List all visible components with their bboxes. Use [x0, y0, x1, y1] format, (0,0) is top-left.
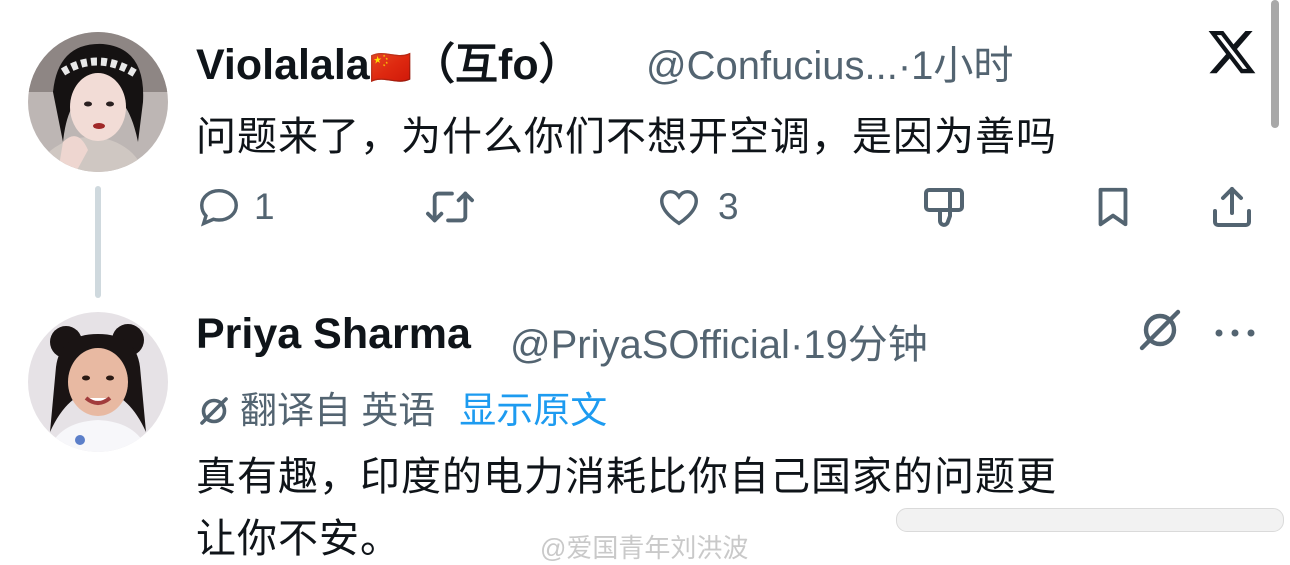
- more-icon[interactable]: [1213, 326, 1257, 344]
- reply-icon: [196, 184, 242, 230]
- retweet-button[interactable]: [424, 184, 476, 230]
- author-meta: @PriyaSOfficial·19分钟: [510, 312, 928, 370]
- bookmark-button[interactable]: [1090, 182, 1136, 232]
- author-name[interactable]: Priya Sharma: [196, 310, 471, 359]
- dislike-icon: [918, 184, 970, 232]
- handle[interactable]: @PriyaSOfficial: [510, 323, 790, 367]
- separator: ·: [789, 323, 804, 367]
- reply-count: 1: [254, 186, 275, 227]
- avatar[interactable]: [28, 32, 168, 172]
- tweet-text: 问题来了，为什么你们不想开空调，是因为善吗: [196, 115, 1057, 159]
- grok-icon[interactable]: [1136, 306, 1184, 359]
- share-button[interactable]: [1208, 182, 1256, 232]
- handle[interactable]: @Confucius...: [646, 44, 898, 88]
- tweet-text-line-2: 让你不安。: [196, 517, 401, 561]
- name-suffix: （互fo）: [412, 41, 582, 89]
- like-button[interactable]: 3: [654, 184, 739, 230]
- tweet-text-line-1: 真有趣，印度的电力消耗比你自己国家的问题更: [196, 455, 1057, 499]
- flag-emoji: 🇨🇳: [369, 49, 413, 87]
- x-logo-icon[interactable]: [1206, 26, 1258, 83]
- like-count: 3: [718, 186, 739, 227]
- thread-line: [95, 186, 101, 298]
- like-icon: [654, 184, 704, 230]
- vertical-scrollbar[interactable]: [1271, 0, 1279, 128]
- translated-label: 翻译自 英语: [240, 390, 436, 431]
- retweet-icon: [424, 184, 476, 230]
- horizontal-scrollbar[interactable]: [896, 508, 1284, 532]
- author-name[interactable]: Violalala🇨🇳（互fo）: [196, 30, 582, 92]
- avatar[interactable]: [28, 312, 168, 452]
- watermark: @爱国青年刘洪波: [540, 533, 749, 563]
- separator: ·: [897, 44, 912, 88]
- bookmark-icon: [1090, 182, 1136, 232]
- display-name[interactable]: Violalala: [196, 41, 370, 89]
- author-meta: @Confucius...·1小时: [646, 33, 1013, 91]
- show-original-link[interactable]: 显示原文: [459, 390, 607, 431]
- dislike-button[interactable]: [918, 184, 970, 232]
- reply-button[interactable]: 1: [196, 184, 275, 230]
- share-icon: [1208, 182, 1256, 232]
- translation-note: 翻译自 英语 显示原文: [196, 380, 607, 438]
- translate-icon: [196, 393, 232, 438]
- timestamp[interactable]: 19分钟: [803, 323, 928, 367]
- timestamp[interactable]: 1小时: [911, 44, 1013, 88]
